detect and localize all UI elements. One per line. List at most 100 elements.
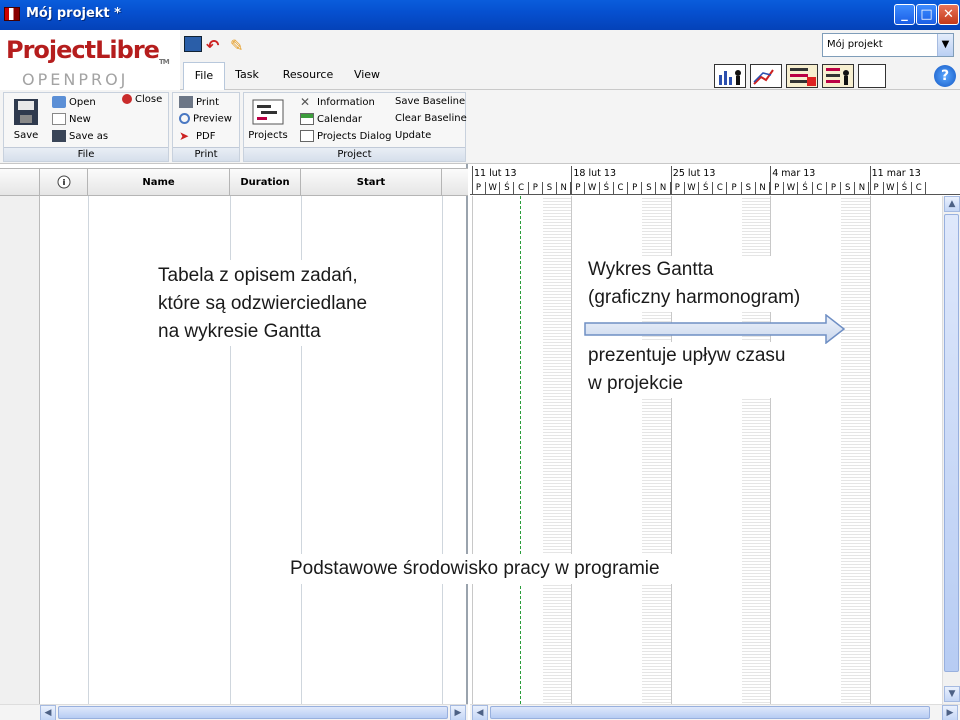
day-label: S bbox=[543, 182, 557, 194]
day-label: Ś bbox=[600, 182, 614, 194]
scroll-thumb[interactable] bbox=[490, 706, 930, 719]
projects-dialog-button[interactable]: Projects Dialog bbox=[300, 130, 391, 142]
indicator-column-header[interactable]: i bbox=[40, 169, 88, 196]
column-divider bbox=[88, 196, 89, 706]
logo-sub: OPENPROJ bbox=[22, 70, 129, 89]
day-label: W bbox=[685, 182, 699, 194]
update-button[interactable]: Update bbox=[395, 130, 431, 141]
open-button[interactable]: Open bbox=[52, 96, 96, 108]
scroll-down-button[interactable]: ▼ bbox=[944, 686, 960, 702]
task-table[interactable]: i Name Duration Start bbox=[0, 164, 468, 706]
minimize-button[interactable]: _ bbox=[894, 4, 915, 25]
usage-graph-view-icon[interactable] bbox=[750, 64, 782, 88]
scroll-up-button[interactable]: ▲ bbox=[944, 196, 960, 212]
day-label: W bbox=[784, 182, 799, 194]
tab-file[interactable]: File bbox=[183, 62, 225, 90]
task-usage-view-icon[interactable] bbox=[822, 64, 854, 88]
project-group: Projects ✕ Information Calendar Projects … bbox=[243, 92, 467, 162]
maximize-button[interactable]: □ bbox=[916, 4, 937, 25]
week-label: 11 mar 13 bbox=[871, 168, 921, 179]
pdf-icon: ➤ bbox=[179, 129, 190, 143]
resource-usage-view-icon[interactable] bbox=[786, 64, 818, 88]
preview-button[interactable]: Preview bbox=[179, 113, 232, 125]
row-header-corner[interactable] bbox=[0, 169, 40, 196]
day-label: S bbox=[642, 182, 657, 194]
scroll-thumb[interactable] bbox=[58, 706, 448, 719]
project-select[interactable]: Mój projekt ▼ bbox=[822, 33, 954, 57]
week-gridline bbox=[869, 196, 871, 706]
today-marker bbox=[520, 196, 521, 704]
scroll-right-button[interactable]: ▶ bbox=[942, 705, 958, 720]
column-divider bbox=[442, 196, 443, 706]
environment-caption: Podstawowe środowisko pracy w programie bbox=[282, 554, 722, 584]
scroll-right-button[interactable]: ▶ bbox=[450, 705, 466, 720]
week-label: 4 mar 13 bbox=[772, 168, 816, 179]
table-horizontal-scrollbar[interactable]: ◀ ▶ bbox=[0, 704, 468, 720]
start-column-header[interactable]: Start bbox=[301, 169, 442, 196]
app-icon bbox=[4, 7, 20, 21]
gantt-vertical-scrollbar[interactable]: ▲ ▼ bbox=[942, 196, 960, 704]
project-group-label: Project bbox=[244, 147, 465, 161]
week-label: 18 lut 13 bbox=[573, 168, 616, 179]
close-icon bbox=[122, 94, 132, 104]
open-icon bbox=[52, 96, 66, 108]
clear-baseline-button[interactable]: Clear Baseline bbox=[395, 113, 467, 124]
day-label: P bbox=[628, 182, 643, 194]
scroll-left-button[interactable]: ◀ bbox=[472, 705, 488, 720]
day-label: P bbox=[770, 182, 785, 194]
scroll-left-button[interactable]: ◀ bbox=[40, 705, 56, 720]
save-button[interactable]: Save bbox=[8, 97, 44, 141]
tab-task[interactable]: Task bbox=[230, 62, 264, 90]
day-label: W bbox=[884, 182, 898, 194]
day-label: P bbox=[728, 182, 742, 194]
day-label: P bbox=[827, 182, 841, 194]
information-button[interactable]: ✕ Information bbox=[300, 96, 375, 108]
gantt-chart[interactable]: 11 lut 13 P W Ś C P S N 18 lut 13 P W Ś C P S N 25 lut 1… bbox=[470, 164, 960, 706]
day-label: P bbox=[870, 182, 884, 194]
help-icon[interactable]: ? bbox=[934, 65, 956, 87]
project-select-value: Mój projekt bbox=[827, 39, 883, 50]
duration-column-header[interactable]: Duration bbox=[230, 169, 301, 196]
print-button[interactable]: Print bbox=[179, 96, 219, 108]
new-icon bbox=[52, 113, 66, 125]
histogram-view-icon[interactable] bbox=[714, 64, 746, 88]
edit-icon[interactable]: ✎ bbox=[230, 36, 248, 55]
quick-save-icon[interactable] bbox=[184, 36, 202, 52]
logo-brand: ProjectLibreTM bbox=[6, 36, 170, 66]
day-label: W bbox=[586, 182, 600, 194]
close-window-button[interactable]: ✕ bbox=[938, 4, 959, 25]
save-baseline-button[interactable]: Save Baseline bbox=[395, 96, 465, 107]
calendar-button[interactable]: Calendar bbox=[300, 113, 362, 125]
week-gridline bbox=[472, 196, 473, 706]
day-label: Ś bbox=[500, 182, 515, 194]
dialog-icon bbox=[300, 130, 314, 142]
day-label: N bbox=[756, 182, 770, 194]
gantt-horizontal-scrollbar[interactable]: ◀ ▶ bbox=[470, 704, 960, 720]
day-label: Ś bbox=[898, 182, 912, 194]
blank-view-icon[interactable] bbox=[858, 64, 886, 88]
tab-view[interactable]: View bbox=[350, 62, 384, 90]
chevron-down-icon[interactable]: ▼ bbox=[937, 34, 953, 56]
day-label: C bbox=[713, 182, 728, 194]
save-as-icon bbox=[52, 130, 66, 142]
close-button[interactable]: Close bbox=[122, 94, 162, 105]
name-column-header[interactable]: Name bbox=[88, 169, 230, 196]
day-label: P bbox=[472, 182, 486, 194]
day-label: P bbox=[529, 182, 543, 194]
row-headers[interactable] bbox=[0, 196, 40, 706]
undo-icon[interactable]: ↶ bbox=[206, 36, 224, 55]
window-titlebar[interactable]: Mój projekt * _ □ ✕ bbox=[0, 0, 960, 30]
scroll-thumb[interactable] bbox=[944, 214, 959, 672]
window-title: Mój projekt * bbox=[26, 6, 121, 21]
new-button[interactable]: New bbox=[52, 113, 91, 125]
save-as-button[interactable]: Save as bbox=[52, 130, 108, 142]
file-group-label: File bbox=[4, 147, 168, 161]
pdf-button[interactable]: ➤ PDF bbox=[179, 130, 215, 142]
calendar-icon bbox=[300, 113, 314, 125]
time-arrow-icon bbox=[584, 314, 846, 344]
projects-label: Projects bbox=[248, 130, 288, 141]
week-label: 11 lut 13 bbox=[474, 168, 517, 179]
week-label: 25 lut 13 bbox=[672, 168, 716, 179]
projects-button[interactable]: Projects bbox=[247, 99, 289, 141]
tab-resource[interactable]: Resource bbox=[280, 62, 336, 90]
